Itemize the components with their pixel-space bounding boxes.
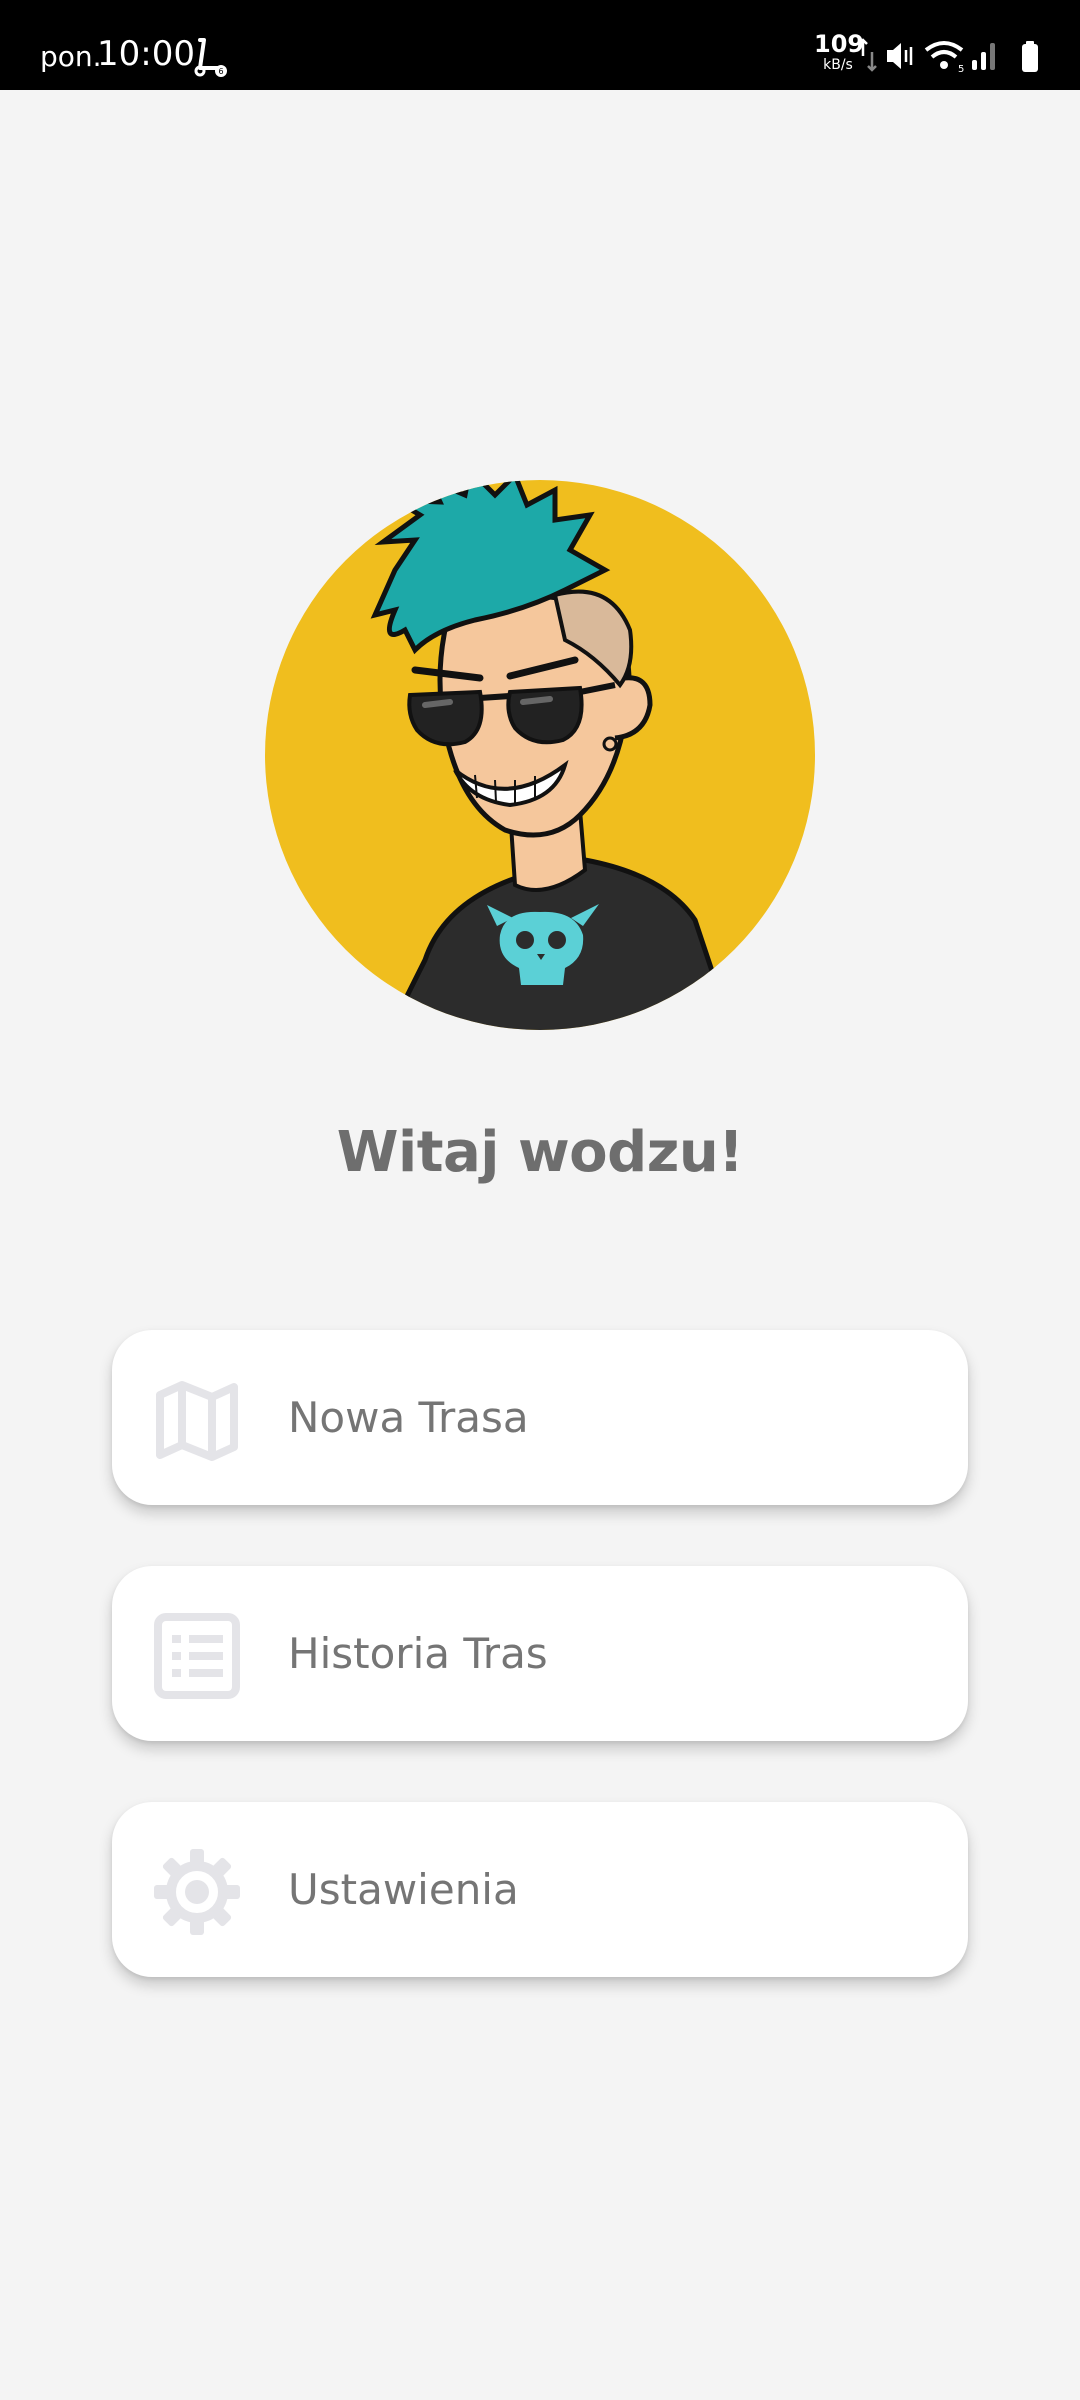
svg-text:6: 6 bbox=[218, 67, 223, 76]
signal-icon bbox=[972, 43, 995, 70]
avatar bbox=[265, 480, 815, 1030]
network-speed-unit: kB/s bbox=[823, 57, 853, 73]
route-history-button[interactable]: Historia Tras bbox=[112, 1566, 968, 1741]
route-history-label: Historia Tras bbox=[288, 1629, 548, 1678]
status-time: 10:00 bbox=[97, 34, 195, 74]
network-speed-value: 109 bbox=[814, 30, 865, 58]
vibrate-icon bbox=[887, 43, 913, 69]
data-arrows-icon bbox=[858, 38, 877, 72]
list-icon bbox=[154, 1613, 240, 1699]
status-day: pon. bbox=[40, 40, 102, 73]
wifi-icon: 5 bbox=[924, 41, 964, 74]
scooter-icon: 6 bbox=[194, 38, 227, 77]
settings-label: Ustawienia bbox=[288, 1865, 519, 1914]
settings-button[interactable]: Ustawienia bbox=[112, 1802, 968, 1977]
new-route-label: Nowa Trasa bbox=[288, 1393, 529, 1442]
new-route-button[interactable]: Nowa Trasa bbox=[112, 1330, 968, 1505]
status-bar: pon. 10:00 6 109 kB/s 5 bbox=[0, 0, 1080, 90]
battery-icon bbox=[1022, 41, 1038, 72]
network-speed: 109 kB/s bbox=[814, 30, 865, 73]
welcome-title: Witaj wodzu! bbox=[336, 1120, 744, 1185]
map-icon bbox=[156, 1381, 238, 1461]
svg-text:5: 5 bbox=[958, 64, 964, 74]
gear-icon bbox=[154, 1849, 240, 1935]
